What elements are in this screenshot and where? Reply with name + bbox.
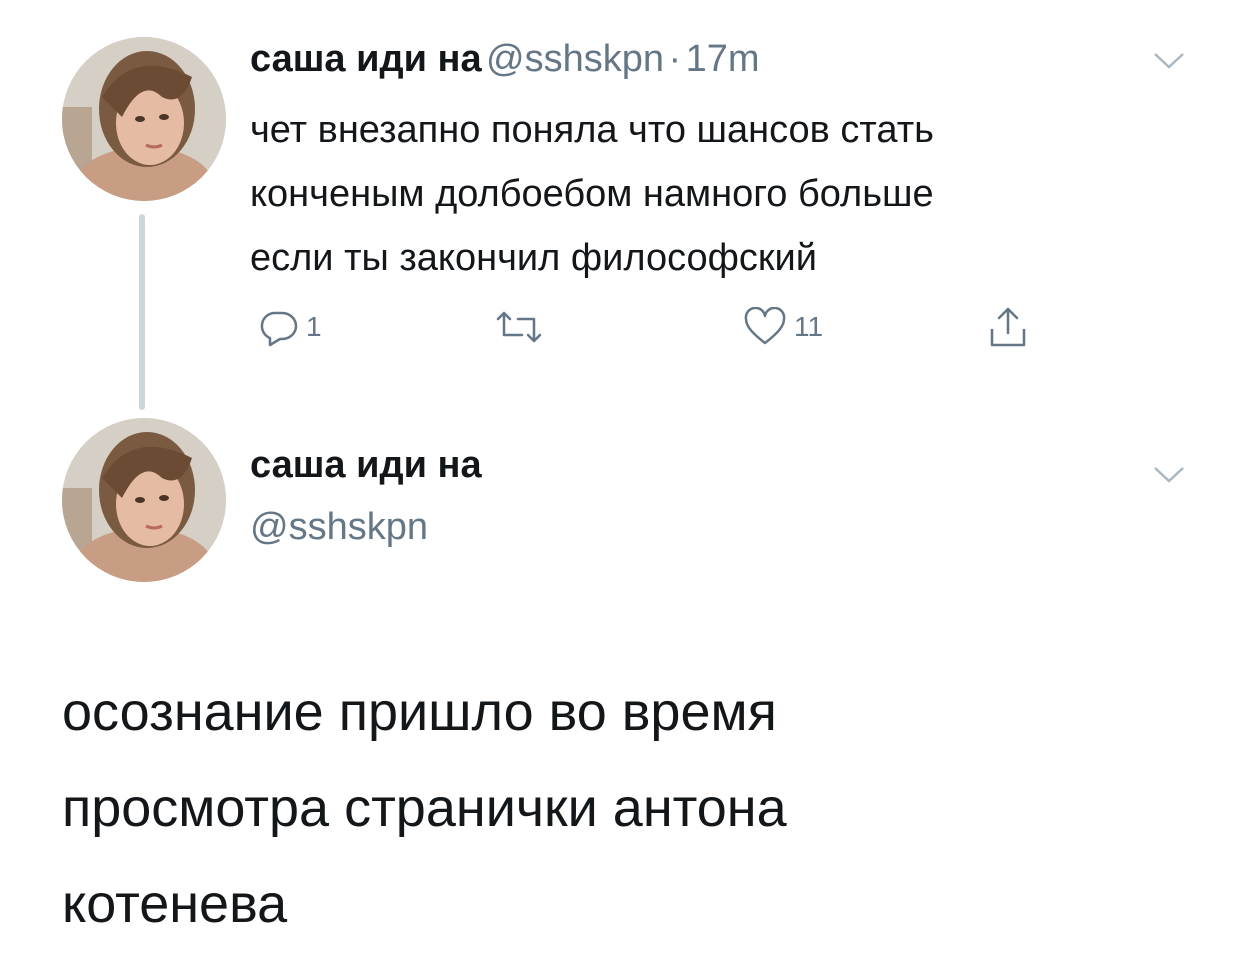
reply-count: 1	[306, 311, 322, 342]
like-button[interactable]: 11	[742, 302, 823, 352]
retweet-icon	[496, 311, 542, 343]
like-count: 11	[794, 311, 824, 342]
author-handle[interactable]: @sshskpn	[250, 506, 428, 549]
avatar-photo	[62, 418, 226, 582]
tweet-text-line: просмотра странички антона	[62, 778, 787, 838]
reply-icon	[260, 311, 298, 347]
heart-icon	[744, 307, 786, 345]
tweet-text: чет внезапно поняла что шансов стать кон…	[250, 98, 1190, 290]
tweet-text-line: осознание пришло во время	[62, 682, 777, 742]
avatar[interactable]	[62, 418, 226, 582]
separator-dot: ·	[668, 38, 682, 80]
retweet-button[interactable]	[492, 302, 554, 352]
tweet-text: осознание пришло во время просмотра стра…	[62, 664, 1182, 952]
author-handle[interactable]: @sshskpn	[486, 38, 664, 80]
share-icon	[990, 307, 1026, 347]
chevron-down-icon[interactable]	[1152, 464, 1186, 486]
avatar[interactable]	[62, 37, 226, 201]
tweet-header: саша иди на @sshskpn · 17m	[250, 38, 760, 81]
author-name[interactable]: саша иди на	[250, 38, 482, 80]
thread-connector-line	[139, 214, 145, 410]
reply-button[interactable]: 1	[256, 302, 322, 352]
avatar-photo	[62, 37, 226, 201]
tweet-text-line: если ты закончил философский	[250, 237, 817, 279]
tweet-text-line: конченым долбоебом намного больше	[250, 173, 934, 215]
author-name[interactable]: саша иди на	[250, 444, 482, 487]
tweet-text-line: котенева	[62, 874, 288, 934]
tweet-time[interactable]: 17m	[686, 38, 760, 80]
tweet-actions: 1 11	[248, 302, 1048, 352]
tweet-text-line: чет внезапно поняла что шансов стать	[250, 109, 934, 151]
share-button[interactable]	[986, 302, 1030, 352]
chevron-down-icon[interactable]	[1152, 50, 1186, 72]
